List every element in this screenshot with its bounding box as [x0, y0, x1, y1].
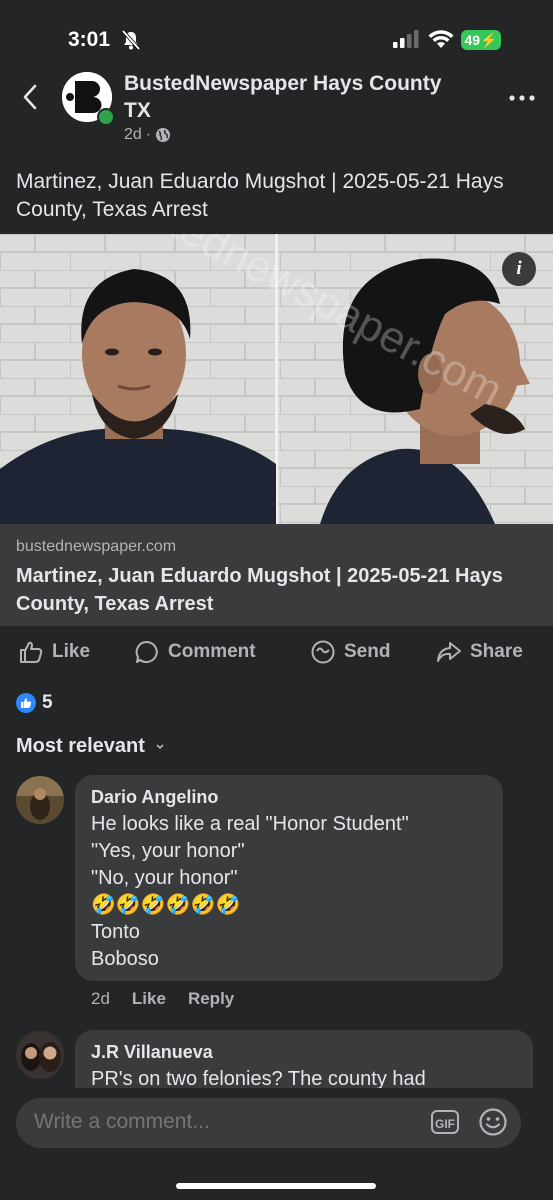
reaction-summary[interactable]: 5 — [16, 692, 53, 714]
comment-button[interactable]: Comment — [134, 638, 256, 666]
info-icon[interactable]: i — [502, 252, 536, 286]
globe-icon — [156, 128, 171, 142]
comment-author[interactable]: J.R Villanueva — [91, 1042, 213, 1063]
send-button[interactable]: Send — [310, 638, 390, 666]
cellular-signal-icon — [393, 30, 419, 48]
comment-sort-dropdown[interactable]: Most relevant — [16, 735, 165, 758]
like-label: Like — [52, 641, 91, 662]
mugshot-image: bustednewspaper.com — [0, 234, 553, 524]
share-label: Share — [470, 641, 523, 662]
send-label: Send — [344, 641, 391, 662]
bell-slash-icon — [122, 30, 140, 50]
thumbs-up-icon — [20, 641, 43, 663]
back-chevron-icon[interactable] — [18, 82, 44, 112]
gif-button[interactable]: GIF — [431, 1110, 459, 1134]
comment-meta: 2d Like Reply — [91, 989, 234, 1009]
share-arrow-icon — [437, 642, 461, 662]
comment-line: "Yes, your honor" — [91, 840, 245, 862]
reaction-count: 5 — [42, 692, 53, 713]
status-time: 3:01 — [68, 28, 111, 51]
home-indicator[interactable] — [176, 1183, 376, 1189]
commenter-avatar[interactable] — [16, 1031, 64, 1079]
link-domain: bustednewspaper.com — [16, 538, 177, 555]
comment-line: "No, your honor" — [91, 867, 238, 889]
post-text: Martinez, Juan Eduardo Mugshot | 2025-05… — [16, 170, 504, 221]
commenter-avatar[interactable] — [16, 776, 64, 824]
mugshot-photo[interactable]: bustednewspaper.com — [0, 234, 553, 524]
like-button[interactable]: Like — [18, 638, 90, 666]
wifi-icon — [428, 30, 454, 48]
sort-label: Most relevant — [16, 735, 145, 757]
link-title[interactable]: Martinez, Juan Eduardo Mugshot | 2025-05… — [16, 562, 536, 618]
comment-author[interactable]: Dario Angelino — [91, 787, 218, 808]
page-name[interactable]: BustedNewspaper Hays County TX — [124, 70, 454, 124]
charging-bolt-icon: ⚡ — [480, 32, 498, 48]
post-meta: 2d · — [124, 126, 171, 144]
avatar-image — [16, 1031, 64, 1079]
comment-line: Boboso — [91, 948, 159, 970]
comment-like-button[interactable]: Like — [132, 989, 166, 1009]
comment-body: He looks like a real "Honor Student" "Ye… — [91, 811, 409, 973]
comment-reply-button[interactable]: Reply — [188, 989, 234, 1009]
comment-label: Comment — [168, 641, 256, 662]
post-time: 2d — [124, 126, 142, 143]
share-button[interactable]: Share — [436, 638, 523, 666]
more-options-icon[interactable] — [508, 90, 536, 106]
comment-input[interactable] — [32, 1109, 396, 1135]
comment-line: Tonto — [91, 921, 140, 943]
comment-line: He looks like a real "Honor Student" — [91, 813, 409, 835]
meta-separator: · — [145, 126, 152, 143]
battery-level: 49 — [464, 32, 481, 48]
battery-indicator: 49⚡ — [461, 30, 501, 50]
comment-line: 🤣🤣🤣🤣🤣🤣 — [91, 894, 241, 916]
online-status-dot — [97, 108, 115, 126]
comment-bubble-icon — [135, 640, 158, 663]
emoji-icon[interactable] — [478, 1107, 508, 1137]
avatar-image — [16, 776, 64, 824]
comment-time: 2d — [91, 989, 110, 1008]
messenger-icon — [311, 640, 335, 664]
chevron-down-icon — [156, 743, 164, 749]
like-reaction-icon — [16, 693, 36, 713]
